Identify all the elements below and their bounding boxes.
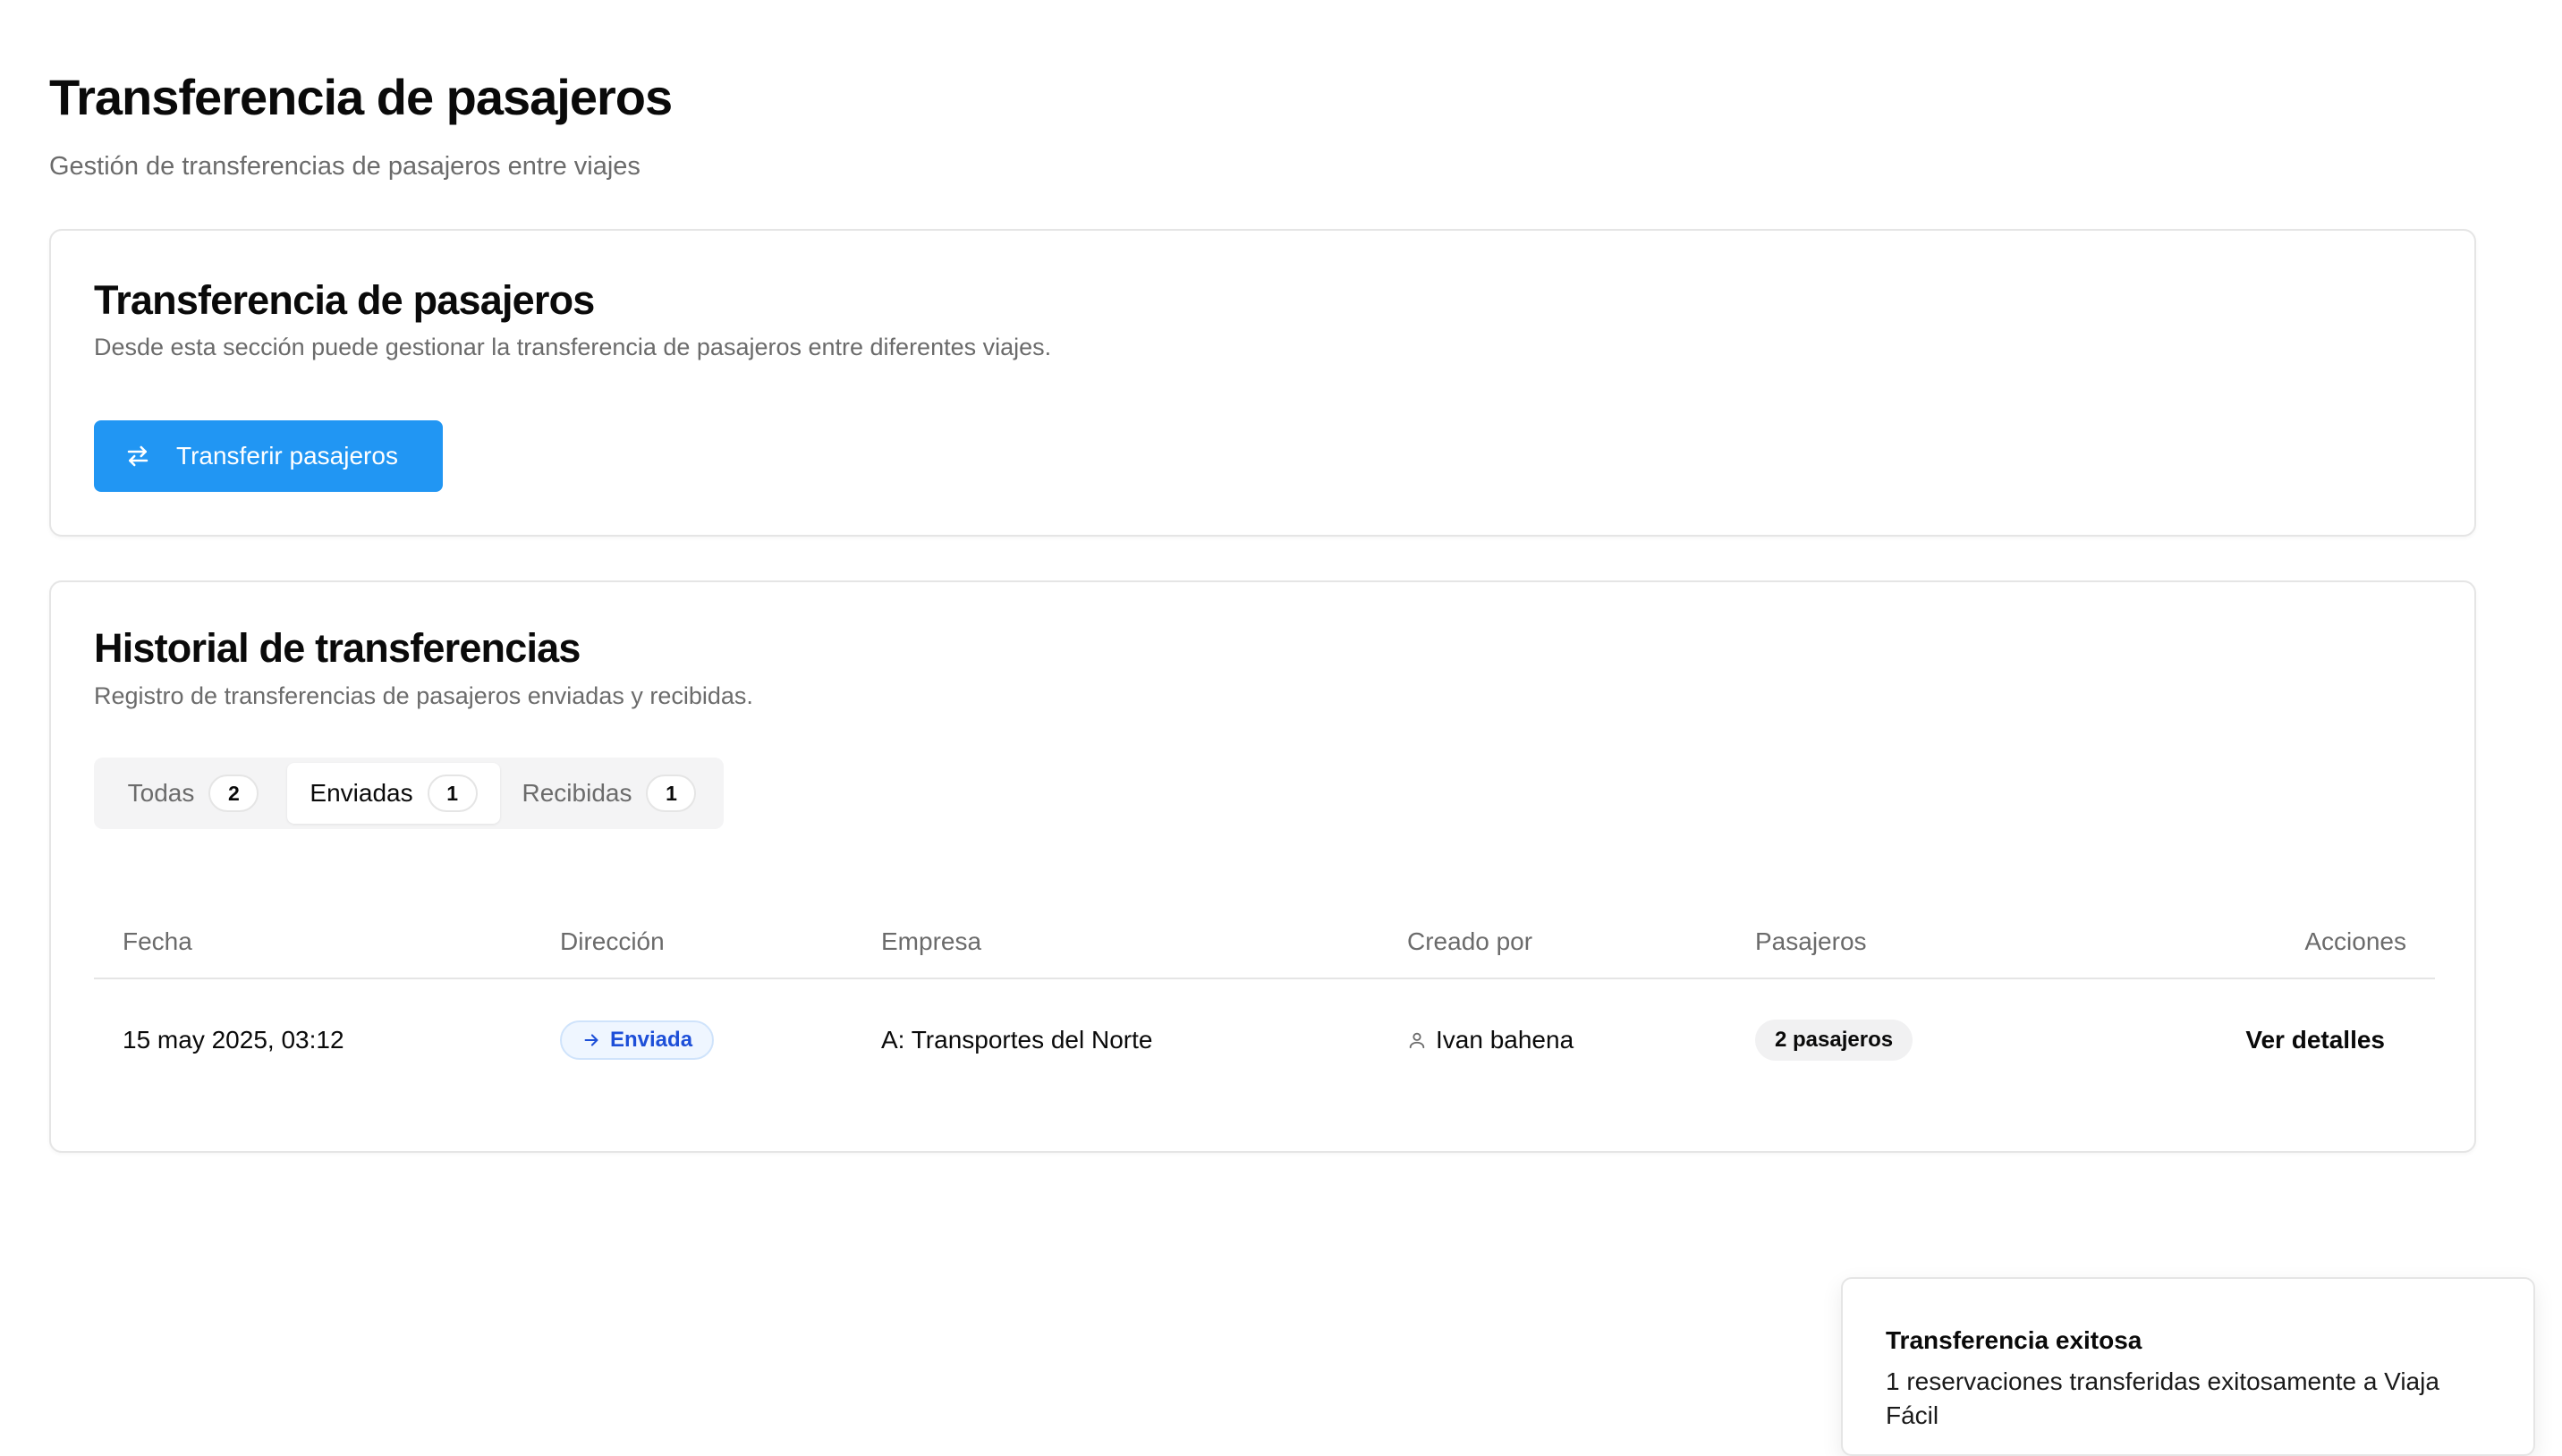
page-subtitle: Gestión de transferencias de pasajeros e…: [49, 152, 640, 181]
user-icon: [1407, 1030, 1427, 1050]
history-card-title: Historial de transferencias: [94, 625, 581, 671]
tab-todas-label: Todas: [127, 779, 195, 807]
column-header-pasajeros: Pasajeros: [1755, 927, 1867, 955]
history-tabs: Todas 2 Enviadas 1 Recibidas 1: [94, 758, 724, 829]
cell-pasajeros: 2 pasajeros: [1755, 979, 1913, 1101]
view-details-button[interactable]: Ver detalles: [2245, 1026, 2385, 1054]
cell-creado-por: Ivan bahena: [1407, 979, 1574, 1101]
column-header-creado-por: Creado por: [1407, 927, 1533, 955]
creado-por-name: Ivan bahena: [1436, 1026, 1574, 1054]
tab-todas[interactable]: Todas 2: [99, 763, 287, 824]
column-header-fecha: Fecha: [123, 927, 192, 955]
history-card: Historial de transferencias Registro de …: [49, 580, 2476, 1153]
transfer-card-description: Desde esta sección puede gestionar la tr…: [94, 334, 1052, 360]
history-card-description: Registro de transferencias de pasajeros …: [94, 682, 753, 709]
table-header: Fecha Dirección Empresa Creado por Pasaj…: [94, 906, 2435, 979]
transfer-passengers-button-label: Transferir pasajeros: [176, 442, 398, 470]
column-header-direccion: Dirección: [560, 927, 665, 955]
toast-title: Transferencia exitosa: [1886, 1326, 2142, 1354]
table-row: 15 may 2025, 03:12 Enviada A: Transporte…: [94, 979, 2435, 1101]
column-header-acciones: Acciones: [2304, 927, 2406, 955]
tab-recibidas-count: 1: [646, 775, 697, 812]
cell-fecha: 15 may 2025, 03:12: [123, 1026, 344, 1054]
tab-recibidas[interactable]: Recibidas 1: [500, 763, 718, 824]
direction-badge: Enviada: [560, 1020, 715, 1060]
direction-badge-label: Enviada: [610, 1028, 693, 1052]
success-toast[interactable]: Transferencia exitosa 1 reservaciones tr…: [1841, 1277, 2535, 1456]
toast-message: 1 reservaciones transferidas exitosament…: [1886, 1367, 2439, 1429]
arrow-right-icon: [581, 1030, 601, 1050]
passengers-badge: 2 pasajeros: [1755, 1020, 1913, 1061]
arrows-left-right-icon: [124, 443, 151, 470]
cell-direccion: Enviada: [560, 979, 715, 1101]
tab-enviadas-label: Enviadas: [310, 779, 413, 807]
cell-acciones: Ver detalles: [2245, 979, 2385, 1101]
column-header-empresa: Empresa: [881, 927, 982, 955]
tab-enviadas-count: 1: [427, 775, 478, 812]
transfer-passengers-button[interactable]: Transferir pasajeros: [94, 420, 443, 492]
page-title: Transferencia de pasajeros: [49, 69, 673, 125]
tab-enviadas[interactable]: Enviadas 1: [287, 763, 500, 824]
tab-recibidas-label: Recibidas: [522, 779, 632, 807]
tab-todas-count: 2: [208, 775, 259, 812]
cell-empresa: A: Transportes del Norte: [881, 1026, 1153, 1054]
transfers-table: Fecha Dirección Empresa Creado por Pasaj…: [94, 906, 2435, 1101]
transfer-card-title: Transferencia de pasajeros: [94, 277, 595, 323]
transfer-card: Transferencia de pasajeros Desde esta se…: [49, 229, 2476, 537]
